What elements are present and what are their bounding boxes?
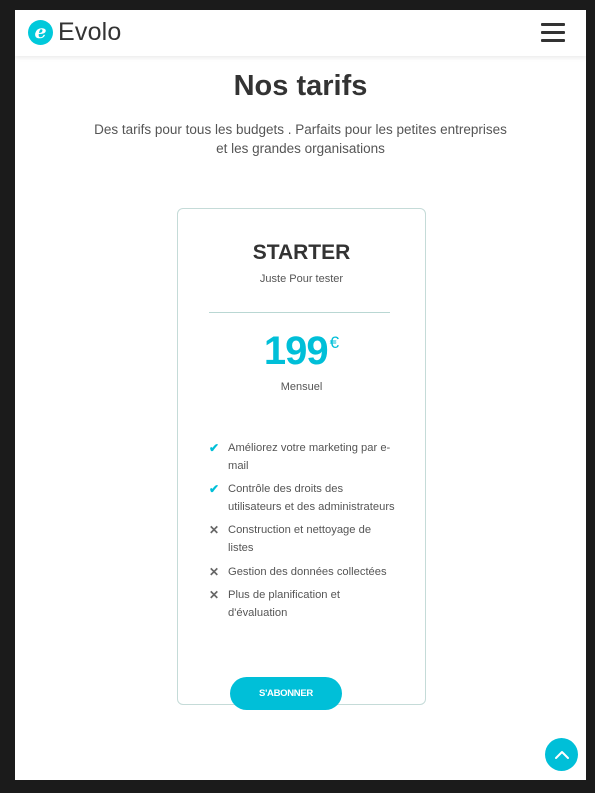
divider: [209, 312, 390, 313]
navbar: e Evolo: [15, 10, 586, 56]
feature-item: ✕ Construction et nettoyage de listes: [209, 522, 399, 557]
logo[interactable]: e Evolo: [28, 18, 122, 47]
hamburger-bar: [541, 23, 565, 26]
check-icon: ✔: [209, 441, 220, 455]
section-title: Nos tarifs: [233, 70, 368, 102]
feature-item: ✔ Contrôle des droits des utilisateurs e…: [209, 481, 399, 516]
feature-text: Améliorez votre marketing par e-mail: [228, 442, 391, 472]
plan-price: 199 €: [178, 329, 425, 374]
feature-text: Construction et nettoyage de listes: [228, 524, 372, 554]
subscribe-button[interactable]: S'ABONNER: [230, 677, 342, 710]
hamburger-bar: [541, 39, 565, 42]
cross-icon: ✕: [209, 564, 220, 579]
billing-period: Mensuel: [280, 381, 323, 393]
feature-text: Contrôle des droits des utilisateurs et …: [228, 483, 395, 513]
cross-icon: ✕: [209, 588, 220, 603]
feature-text: Plus de planification et d'évaluation: [228, 589, 340, 619]
hamburger-icon[interactable]: [541, 22, 565, 42]
feature-item: ✕ Plus de planification et d'évaluation: [209, 587, 399, 622]
plan-tagline: Juste Pour tester: [259, 273, 344, 285]
plan-name: STARTER: [252, 241, 351, 264]
price-value: 199: [263, 329, 329, 373]
feature-item: ✔ Améliorez votre marketing par e-mail: [209, 440, 399, 475]
feature-text: Gestion des données collectées: [228, 565, 387, 578]
chevron-up-icon: [554, 750, 569, 759]
page-frame: e Evolo Nos tarifs Des tarifs pour tous …: [15, 10, 586, 780]
hamburger-bar: [541, 31, 565, 34]
subtitle-line: et les grandes organisations: [216, 141, 385, 156]
check-icon: ✔: [209, 482, 220, 497]
cross-icon: ✕: [209, 523, 220, 538]
logo-badge-icon: e: [28, 20, 53, 45]
subtitle-line: Des tarifs pour tous les budgets . Parfa…: [94, 122, 507, 137]
logo-text: Evolo: [58, 18, 122, 46]
section-subtitle: Des tarifs pour tous les budgets . Parfa…: [85, 120, 516, 158]
feature-list: ✔ Améliorez votre marketing par e-mail ✔…: [209, 440, 399, 628]
pricing-card: STARTER Juste Pour tester 199 € Mensuel ✔…: [177, 208, 426, 705]
feature-item: ✕ Gestion des données collectées: [209, 564, 399, 582]
scroll-to-top-button[interactable]: [545, 738, 578, 771]
price-currency: €: [329, 333, 340, 352]
